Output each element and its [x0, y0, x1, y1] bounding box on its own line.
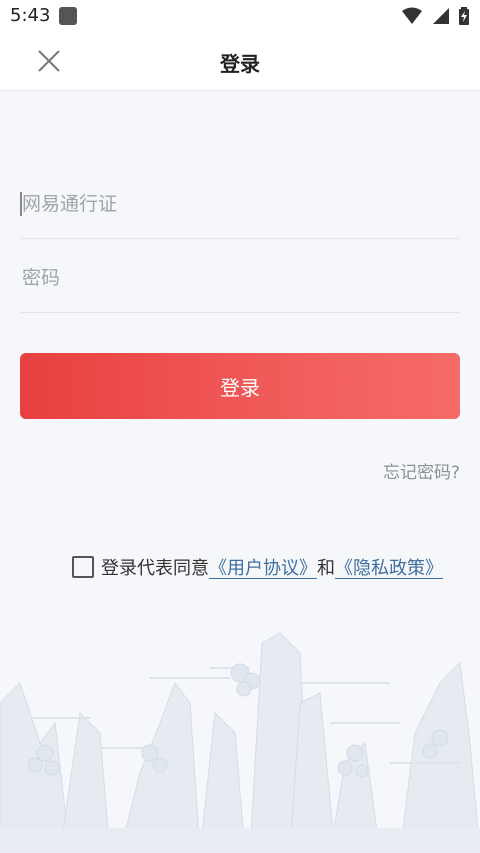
agreement-prefix: 登录代表同意: [101, 558, 209, 579]
android-app-icon: [59, 7, 77, 25]
account-field: [20, 166, 460, 239]
user-agreement-link[interactable]: 《用户协议》: [209, 554, 317, 580]
signal-icon: [432, 8, 449, 24]
password-input[interactable]: [20, 260, 444, 296]
account-input[interactable]: [20, 186, 444, 222]
status-bar: 5:43: [0, 0, 480, 32]
mountain-illustration: [0, 632, 480, 853]
forgot-password-link[interactable]: 忘记密码?: [383, 458, 460, 483]
login-button[interactable]: 登录: [20, 353, 460, 419]
password-field: [20, 240, 460, 313]
status-time: 5:43: [10, 5, 51, 26]
privacy-policy-link[interactable]: 《隐私政策》: [335, 554, 443, 580]
wifi-icon: [401, 7, 422, 24]
battery-charging-icon: [459, 7, 469, 25]
title-bar: 登录: [0, 32, 480, 91]
agreement-conjunction: 和: [317, 558, 335, 579]
status-icons: [398, 7, 470, 25]
agreement-row: 登录代表同意 《用户协议》 和 《隐私政策》: [72, 554, 443, 580]
page-title: 登录: [220, 52, 260, 76]
agreement-checkbox[interactable]: [72, 556, 94, 578]
